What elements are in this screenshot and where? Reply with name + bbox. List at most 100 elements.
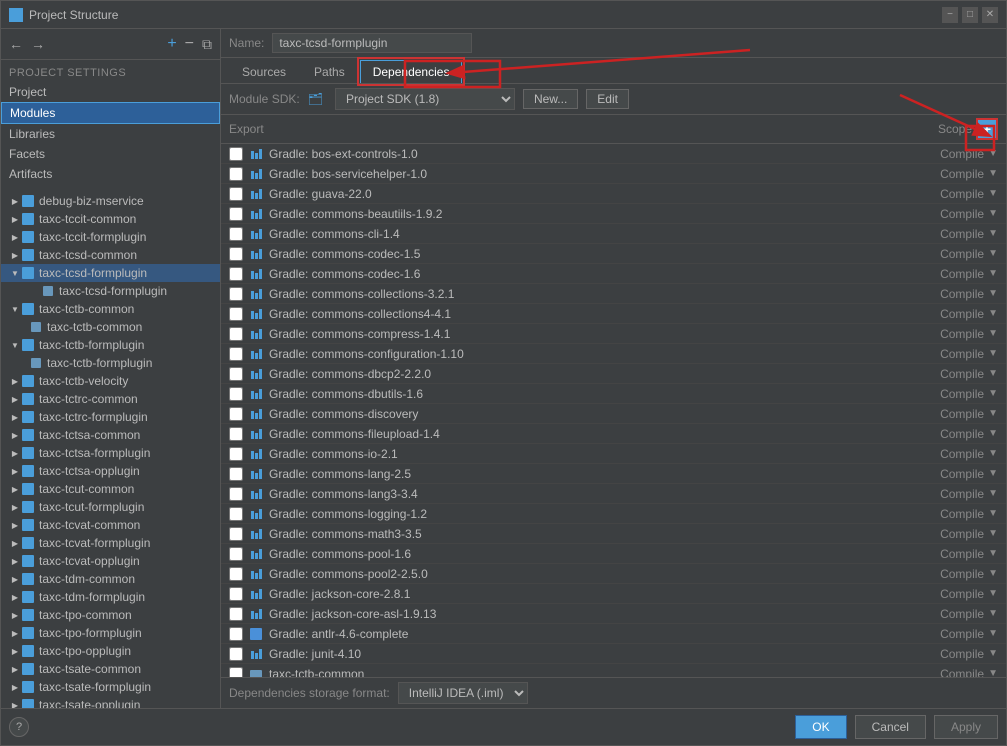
dep-checkbox-0[interactable] <box>229 147 243 161</box>
sdk-new-button[interactable]: New... <box>523 89 578 109</box>
ok-button[interactable]: OK <box>795 715 846 739</box>
remove-module-button[interactable]: − <box>183 33 196 55</box>
nav-forward-button[interactable]: → <box>29 34 47 54</box>
tab-paths[interactable]: Paths <box>301 60 358 83</box>
add-dependency-button[interactable]: + <box>976 118 998 140</box>
module-tpo-opplugin[interactable]: taxc-tpo-opplugin <box>1 642 220 660</box>
help-button[interactable]: ? <box>9 717 29 737</box>
dep-scope-arrow-25[interactable]: ▼ <box>988 648 998 659</box>
tab-sources[interactable]: Sources <box>229 60 299 83</box>
module-tctsa-formplugin[interactable]: taxc-tctsa-formplugin <box>1 444 220 462</box>
sidebar-item-facets[interactable]: Facets <box>1 144 220 164</box>
module-tsate-opplugin[interactable]: taxc-tsate-opplugin <box>1 696 220 708</box>
module-tpo-common[interactable]: taxc-tpo-common <box>1 606 220 624</box>
dep-checkbox-5[interactable] <box>229 247 243 261</box>
tab-dependencies[interactable]: Dependencies <box>360 60 463 83</box>
cancel-button[interactable]: Cancel <box>855 715 926 739</box>
dep-scope-arrow-3[interactable]: ▼ <box>988 208 998 219</box>
module-tctb-common-child[interactable]: taxc-tctb-common <box>1 318 220 336</box>
dep-scope-arrow-16[interactable]: ▼ <box>988 468 998 479</box>
module-name-input[interactable] <box>272 33 472 53</box>
close-button[interactable]: ✕ <box>982 7 998 23</box>
dep-scope-arrow-0[interactable]: ▼ <box>988 148 998 159</box>
sidebar-item-artifacts[interactable]: Artifacts <box>1 164 220 184</box>
dep-scope-arrow-5[interactable]: ▼ <box>988 248 998 259</box>
module-tctb-velocity[interactable]: taxc-tctb-velocity <box>1 372 220 390</box>
dep-checkbox-4[interactable] <box>229 227 243 241</box>
dep-scope-arrow-15[interactable]: ▼ <box>988 448 998 459</box>
dep-scope-arrow-9[interactable]: ▼ <box>988 328 998 339</box>
storage-select[interactable]: IntelliJ IDEA (.iml) <box>398 682 528 704</box>
module-tctsa-common[interactable]: taxc-tctsa-common <box>1 426 220 444</box>
dep-checkbox-7[interactable] <box>229 287 243 301</box>
dep-checkbox-21[interactable] <box>229 567 243 581</box>
module-tctrc-common[interactable]: taxc-tctrc-common <box>1 390 220 408</box>
module-tdm-common[interactable]: taxc-tdm-common <box>1 570 220 588</box>
dep-scope-arrow-23[interactable]: ▼ <box>988 608 998 619</box>
module-tctb-formplugin-parent[interactable]: taxc-tctb-formplugin <box>1 336 220 354</box>
dep-scope-arrow-13[interactable]: ▼ <box>988 408 998 419</box>
module-tpo-formplugin[interactable]: taxc-tpo-formplugin <box>1 624 220 642</box>
dep-checkbox-18[interactable] <box>229 507 243 521</box>
module-tsate-formplugin[interactable]: taxc-tsate-formplugin <box>1 678 220 696</box>
module-tccit-formplugin[interactable]: taxc-tccit-formplugin <box>1 228 220 246</box>
sidebar-item-libraries[interactable]: Libraries <box>1 124 220 144</box>
dep-scope-arrow-8[interactable]: ▼ <box>988 308 998 319</box>
module-tcvat-common[interactable]: taxc-tcvat-common <box>1 516 220 534</box>
dep-checkbox-24[interactable] <box>229 627 243 641</box>
dep-scope-arrow-2[interactable]: ▼ <box>988 188 998 199</box>
module-tcut-formplugin[interactable]: taxc-tcut-formplugin <box>1 498 220 516</box>
dep-checkbox-1[interactable] <box>229 167 243 181</box>
module-tctb-common-parent[interactable]: taxc-tctb-common <box>1 300 220 318</box>
module-tctb-formplugin-child[interactable]: taxc-tctb-formplugin <box>1 354 220 372</box>
dep-scope-arrow-6[interactable]: ▼ <box>988 268 998 279</box>
dep-checkbox-23[interactable] <box>229 607 243 621</box>
copy-module-button[interactable]: ⧉ <box>200 34 214 55</box>
dep-scope-arrow-22[interactable]: ▼ <box>988 588 998 599</box>
dep-scope-arrow-17[interactable]: ▼ <box>988 488 998 499</box>
module-tccit-common[interactable]: taxc-tccit-common <box>1 210 220 228</box>
dep-scope-arrow-19[interactable]: ▼ <box>988 528 998 539</box>
module-tsate-common[interactable]: taxc-tsate-common <box>1 660 220 678</box>
dep-scope-arrow-12[interactable]: ▼ <box>988 388 998 399</box>
restore-button[interactable]: □ <box>962 7 978 23</box>
dep-checkbox-2[interactable] <box>229 187 243 201</box>
dep-checkbox-22[interactable] <box>229 587 243 601</box>
dep-scope-arrow-26[interactable]: ▼ <box>988 668 998 677</box>
module-tcsd-formplugin-parent[interactable]: taxc-tcsd-formplugin <box>1 264 220 282</box>
dep-checkbox-14[interactable] <box>229 427 243 441</box>
dep-checkbox-25[interactable] <box>229 647 243 661</box>
sidebar-item-modules[interactable]: Modules <box>1 102 220 124</box>
minimize-button[interactable]: − <box>942 7 958 23</box>
module-tcsd-formplugin-child[interactable]: taxc-tcsd-formplugin <box>1 282 220 300</box>
apply-button[interactable]: Apply <box>934 715 998 739</box>
module-tcvat-opplugin[interactable]: taxc-tcvat-opplugin <box>1 552 220 570</box>
sdk-edit-button[interactable]: Edit <box>586 89 629 109</box>
dep-checkbox-20[interactable] <box>229 547 243 561</box>
dep-scope-arrow-24[interactable]: ▼ <box>988 628 998 639</box>
dep-scope-arrow-14[interactable]: ▼ <box>988 428 998 439</box>
dep-scope-arrow-4[interactable]: ▼ <box>988 228 998 239</box>
dep-checkbox-3[interactable] <box>229 207 243 221</box>
dep-checkbox-13[interactable] <box>229 407 243 421</box>
dep-scope-arrow-21[interactable]: ▼ <box>988 568 998 579</box>
add-module-button[interactable]: + <box>165 33 178 55</box>
dep-checkbox-26[interactable] <box>229 667 243 678</box>
nav-back-button[interactable]: ← <box>7 34 25 54</box>
module-tdm-formplugin[interactable]: taxc-tdm-formplugin <box>1 588 220 606</box>
sdk-select[interactable]: Project SDK (1.8) <box>335 88 515 110</box>
dep-checkbox-6[interactable] <box>229 267 243 281</box>
dep-scope-arrow-7[interactable]: ▼ <box>988 288 998 299</box>
module-debug-biz[interactable]: debug-biz-mservice <box>1 192 220 210</box>
dep-scope-arrow-1[interactable]: ▼ <box>988 168 998 179</box>
dep-scope-arrow-18[interactable]: ▼ <box>988 508 998 519</box>
module-tcsd-common[interactable]: taxc-tcsd-common <box>1 246 220 264</box>
dep-checkbox-19[interactable] <box>229 527 243 541</box>
dep-checkbox-8[interactable] <box>229 307 243 321</box>
module-tctsa-opplugin[interactable]: taxc-tctsa-opplugin <box>1 462 220 480</box>
module-tcut-common[interactable]: taxc-tcut-common <box>1 480 220 498</box>
dep-scope-arrow-11[interactable]: ▼ <box>988 368 998 379</box>
module-tcvat-formplugin[interactable]: taxc-tcvat-formplugin <box>1 534 220 552</box>
dep-checkbox-17[interactable] <box>229 487 243 501</box>
dep-scope-arrow-20[interactable]: ▼ <box>988 548 998 559</box>
